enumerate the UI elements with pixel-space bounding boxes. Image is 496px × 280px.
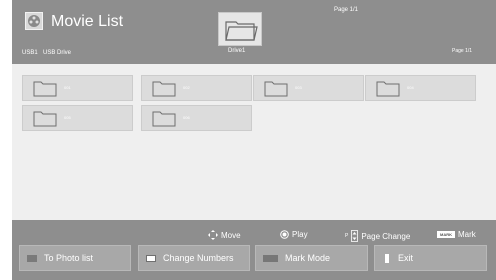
to-photo-list-button[interactable]: To Photo list: [19, 245, 131, 271]
folder-icon: [264, 81, 288, 97]
legend-play-label: Play: [292, 230, 308, 239]
navigation-arrows-icon: [208, 230, 218, 240]
exit-label: Exit: [398, 253, 414, 263]
legend-page-change-label: Page Change: [361, 231, 411, 241]
folder-tile[interactable]: 005: [22, 105, 133, 131]
exit-button[interactable]: Exit: [374, 245, 487, 271]
folder-icon: [152, 81, 176, 97]
folder-label: 001: [64, 85, 71, 90]
folder-label: 005: [64, 115, 71, 120]
yellow-key-icon: [263, 254, 278, 262]
folder-tile[interactable]: 003: [253, 75, 364, 101]
mark-mode-button[interactable]: Mark Mode: [255, 245, 368, 271]
folder-tile[interactable]: 006: [141, 105, 252, 131]
page-key-label: P: [345, 233, 349, 239]
page-indicator-top: Page 1/1: [334, 7, 359, 13]
folder-icon: [33, 111, 57, 127]
mark-mode-label: Mark Mode: [285, 253, 331, 263]
to-photo-list-label: To Photo list: [44, 253, 94, 263]
folder-label: 006: [183, 115, 190, 120]
key-legend: Move Play P Page Change MARK Mark: [12, 226, 496, 242]
folder-icon: [376, 81, 400, 97]
ok-button-icon: [280, 230, 289, 239]
exit-key-icon: [385, 253, 389, 263]
movie-list-screen: Movie List Page 1/1 USB1 USB Drive Drive…: [12, 0, 496, 280]
folder-tile[interactable]: 004: [365, 75, 476, 101]
drive-name: Drive1: [228, 48, 246, 54]
usb-label: USB1: [22, 50, 38, 56]
green-key-icon: [146, 254, 156, 262]
legend-mark-label: Mark: [458, 230, 476, 239]
legend-move: Move: [208, 230, 241, 240]
legend-page-change: P Page Change: [345, 230, 410, 242]
folder-label: 004: [407, 85, 414, 90]
usb-drive-label: USB Drive: [43, 50, 72, 56]
folder-label: 003: [295, 85, 302, 90]
movie-reel-icon: [25, 12, 43, 30]
folder-tile[interactable]: 001: [22, 75, 133, 101]
header: Movie List Page 1/1 USB1 USB Drive Drive…: [12, 0, 496, 64]
change-numbers-button[interactable]: Change Numbers: [138, 245, 250, 271]
page-title: Movie List: [51, 13, 124, 30]
drive-folder-icon[interactable]: [218, 12, 262, 46]
folder-tile[interactable]: 002: [141, 75, 252, 101]
mark-key-badge: MARK: [437, 231, 455, 238]
page-indicator: Page 1/1: [452, 48, 473, 54]
red-key-icon: [27, 254, 37, 262]
folder-label: 002: [183, 85, 190, 90]
file-grid: 001 002 003 004 005 006: [12, 64, 496, 220]
legend-move-label: Move: [221, 230, 241, 240]
legend-play: Play: [280, 230, 308, 239]
change-numbers-label: Change Numbers: [163, 253, 234, 263]
page-updown-icon: [351, 230, 359, 242]
legend-mark: MARK Mark: [437, 230, 476, 239]
folder-icon: [33, 81, 57, 97]
folder-icon: [152, 111, 176, 127]
